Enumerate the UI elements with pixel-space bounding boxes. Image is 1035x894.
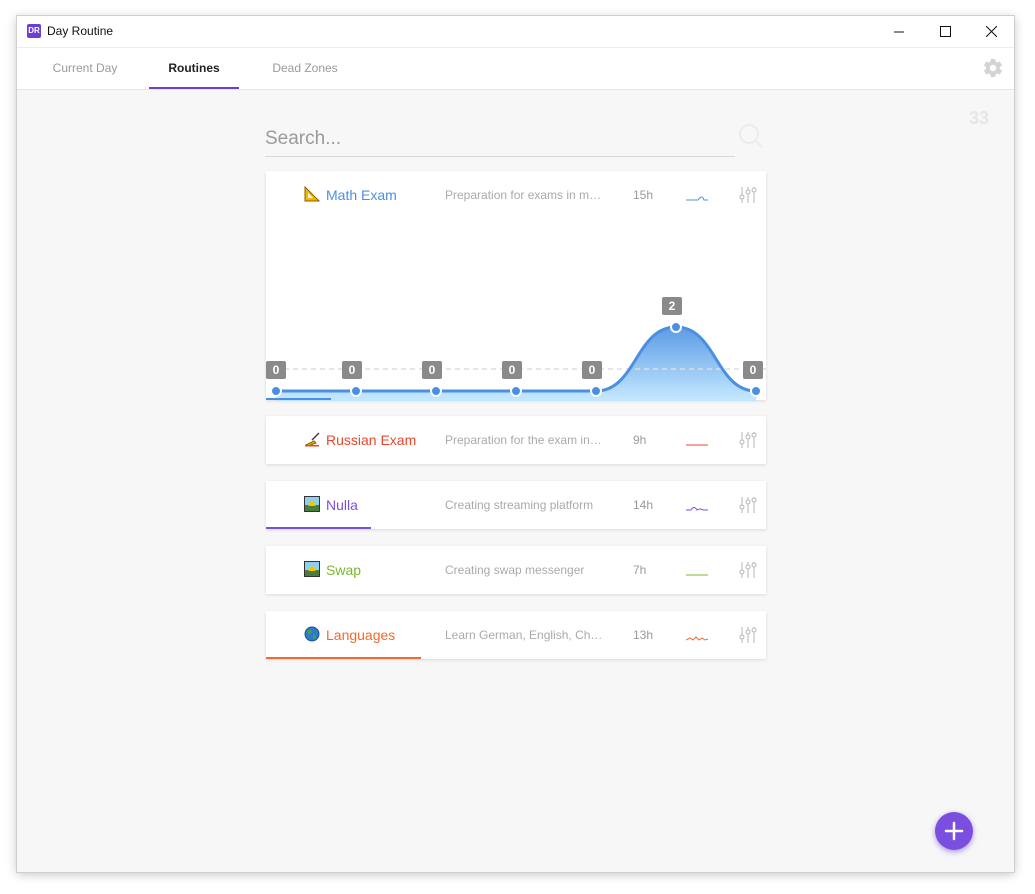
chart-point <box>270 385 282 397</box>
chart-point <box>430 385 442 397</box>
globe-icon <box>304 626 320 642</box>
chart-data-label: 0 <box>589 363 596 377</box>
chart-point <box>750 385 762 397</box>
tab-dead-zones[interactable]: Dead Zones <box>261 48 349 88</box>
chart-data-label: 2 <box>669 299 676 313</box>
search-icon[interactable] <box>737 122 765 150</box>
chart-point <box>590 385 602 397</box>
sliders-icon[interactable] <box>739 496 757 514</box>
sparkline-icon <box>686 507 708 511</box>
chart-data-label: 0 <box>429 363 436 377</box>
chart-point <box>350 385 362 397</box>
routine-progress-bar <box>266 527 371 529</box>
routine-hours: 15h <box>633 188 654 202</box>
routine-description: Creating streaming platform <box>445 498 594 512</box>
routine-row[interactable]: Swap Creating swap messenger 7h <box>266 546 766 594</box>
routine-card-math-exam[interactable]: Math Exam Preparation for exams in ma...… <box>266 171 766 401</box>
sliders-icon[interactable] <box>739 561 757 579</box>
tab-routines[interactable]: Routines <box>149 48 239 89</box>
sparkline-icon <box>686 574 708 576</box>
routine-description: Creating swap messenger <box>445 563 585 577</box>
plus-icon <box>944 821 964 841</box>
routine-row[interactable]: Russian Exam Preparation for the exam in… <box>266 416 766 464</box>
routine-progress-bar <box>266 398 331 400</box>
routine-progress-bar <box>266 657 421 659</box>
sliders-icon[interactable] <box>739 431 757 449</box>
app-window: DR Day Routine Current Day Routines Dead… <box>17 16 1014 872</box>
routine-name: Math Exam <box>326 187 397 203</box>
routine-row[interactable]: Math Exam Preparation for exams in ma...… <box>266 171 766 219</box>
routine-description: Preparation for the exam in ... <box>445 433 603 447</box>
tab-bar: Current Day Routines Dead Zones <box>17 47 1014 90</box>
routine-card-swap[interactable]: Swap Creating swap messenger 7h <box>266 546 766 594</box>
routine-hours: 14h <box>633 498 654 512</box>
chart-data-label: 0 <box>509 363 516 377</box>
routine-name: Russian Exam <box>326 432 417 448</box>
routine-counter: 33 <box>969 108 990 128</box>
sparkline-icon <box>686 444 708 446</box>
search-input[interactable] <box>265 124 735 154</box>
search-box <box>265 124 735 157</box>
routine-hours: 7h <box>633 563 647 577</box>
maximize-button[interactable] <box>922 16 968 47</box>
minimize-button[interactable] <box>876 16 922 47</box>
maximize-icon <box>939 26 951 37</box>
routine-card-languages[interactable]: Languages Learn German, English, Chin...… <box>266 611 766 659</box>
routine-card-russian-exam[interactable]: Russian Exam Preparation for the exam in… <box>266 416 766 464</box>
chart-data-label: 0 <box>750 363 757 377</box>
routine-name: Swap <box>326 562 362 578</box>
sliders-icon[interactable] <box>739 186 757 204</box>
writing-hand-icon <box>304 432 320 447</box>
routine-name: Languages <box>326 627 396 643</box>
sunrise-image-icon <box>304 496 320 512</box>
routine-card-nulla[interactable]: Nulla Creating streaming platform 14h <box>266 481 766 529</box>
add-routine-button[interactable] <box>935 812 973 850</box>
sliders-icon[interactable] <box>739 626 757 644</box>
routine-description: Preparation for exams in ma... <box>445 188 603 202</box>
triangular-ruler-icon <box>304 186 320 202</box>
app-icon: DR <box>27 24 41 38</box>
chart-point <box>670 321 682 333</box>
close-button[interactable] <box>968 16 1014 47</box>
routine-description: Learn German, English, Chin... <box>445 628 603 642</box>
minimize-icon <box>894 31 904 32</box>
routine-row[interactable]: Languages Learn German, English, Chin...… <box>266 611 766 659</box>
sparkline-icon <box>686 196 708 201</box>
routine-hours: 13h <box>633 628 654 642</box>
title-bar: DR Day Routine <box>17 16 1014 47</box>
chart-data-label: 0 <box>273 363 280 377</box>
chart-data-label: 0 <box>349 363 356 377</box>
sparkline-icon <box>686 636 708 641</box>
routine-hours: 9h <box>633 433 647 447</box>
gear-icon[interactable] <box>982 57 1004 79</box>
routine-row[interactable]: Nulla Creating streaming platform 14h <box>266 481 766 529</box>
tab-current-day[interactable]: Current Day <box>39 48 131 88</box>
routine-activity-chart: 0 0 0 0 0 2 0 <box>266 297 766 401</box>
close-icon <box>985 26 997 37</box>
routine-name: Nulla <box>326 497 358 513</box>
chart-point <box>510 385 522 397</box>
sunrise-image-icon <box>304 561 320 577</box>
window-title: Day Routine <box>47 24 114 38</box>
